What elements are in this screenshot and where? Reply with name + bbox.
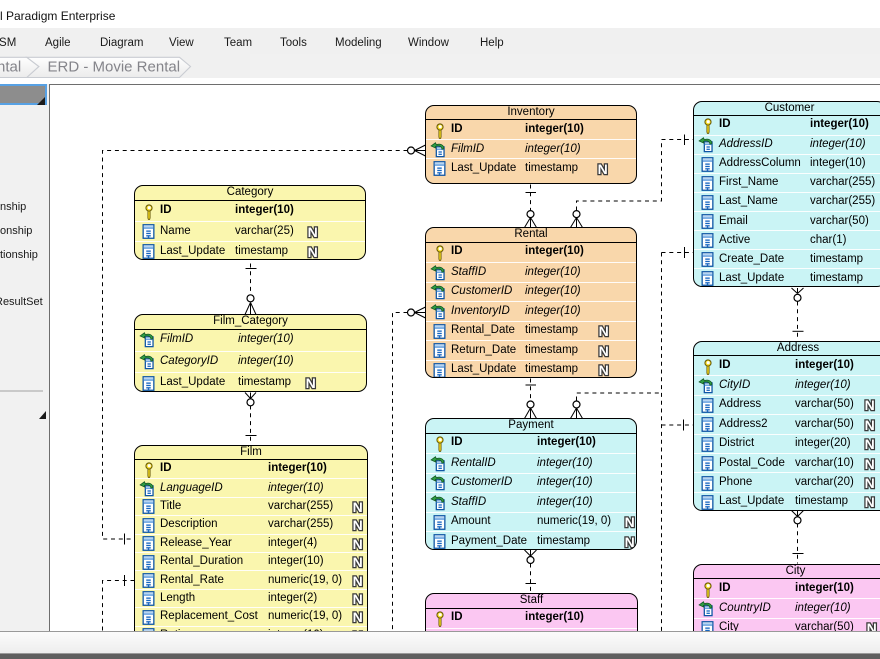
svg-text:ntal: ntal: [0, 59, 21, 76]
svg-text:ERD - Movie Rental: ERD - Movie Rental: [48, 59, 181, 76]
